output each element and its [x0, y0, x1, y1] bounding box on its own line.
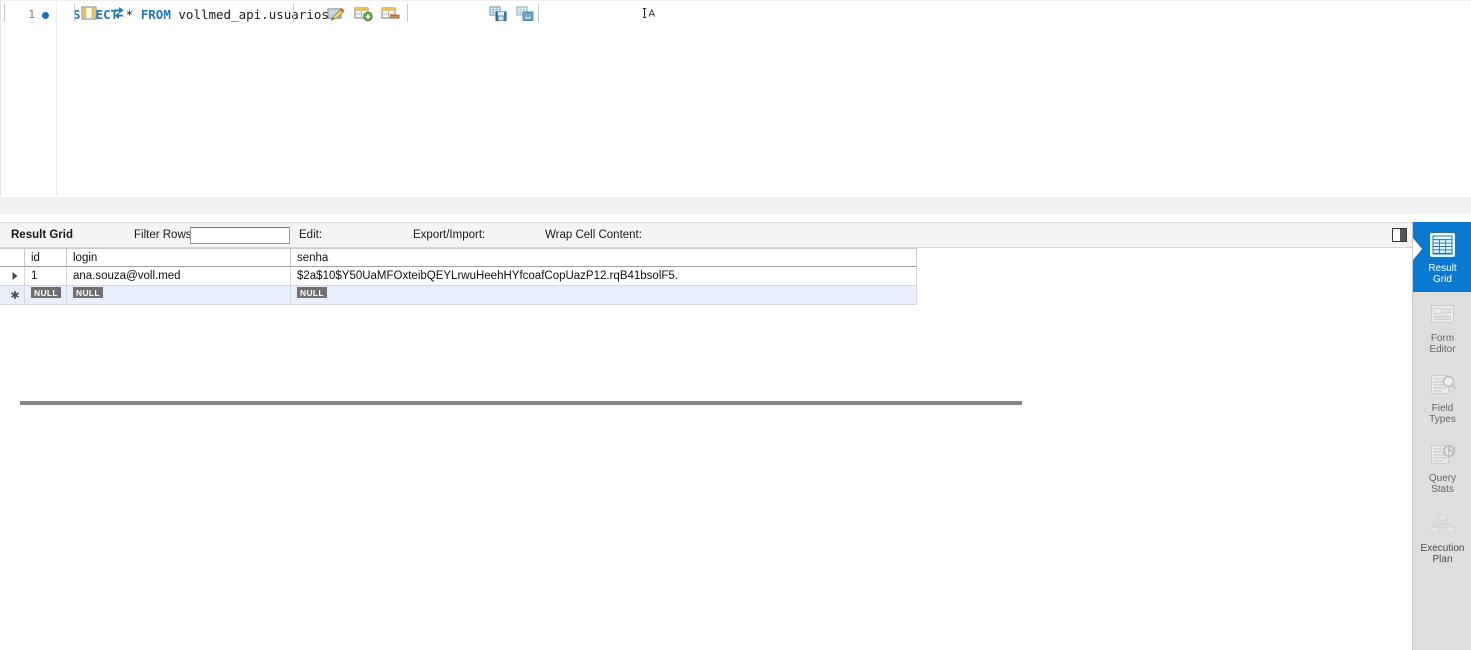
svg-text:A: A [649, 9, 656, 20]
editor-gutter [1, 1, 57, 197]
scrollbar-thumb[interactable] [20, 401, 1022, 405]
result-view-sidebar: Result Grid Form Editor Field Types Quer… [1412, 222, 1471, 650]
sql-table-name: vollmed_api.usuarios; [178, 7, 337, 22]
new-row-cell-login[interactable]: NULL [67, 286, 291, 305]
toolbar-separator [4, 4, 5, 22]
split-panel-icon[interactable] [1392, 228, 1407, 242]
sidebar-item-execution-plan[interactable]: Execution Plan [1413, 502, 1471, 572]
sidebar-item-result-grid[interactable]: Result Grid [1413, 222, 1471, 292]
mysql-workbench-result-pane: 1 SELECT * FROM vollmed_api.usuarios; Re… [0, 0, 1471, 650]
toolbar-separator [538, 4, 539, 22]
result-grid[interactable]: id login senha 1 ana.souza@voll.med $2a$… [0, 248, 917, 305]
wrap-text-icon[interactable]: A [641, 4, 659, 22]
new-row-asterisk-icon [6, 286, 24, 304]
null-badge: NULL [297, 287, 327, 299]
result-grid-icon [1429, 230, 1456, 260]
cell-senha[interactable]: $2a$10$Y50UaMFOxteibQEYLrwuHeehHYfcoafCo… [291, 267, 917, 286]
import-open-icon[interactable] [515, 4, 534, 22]
new-row-cell-senha[interactable]: NULL [291, 286, 917, 305]
toolbar-separator [293, 4, 294, 22]
statement-marker-icon[interactable] [42, 12, 49, 19]
toolbar-separator [74, 4, 75, 22]
sidebar-item-label: Result Grid [1428, 262, 1457, 285]
result-grid-title: Result Grid [11, 229, 73, 241]
field-types-icon [1429, 370, 1457, 400]
refresh-icon[interactable] [110, 4, 128, 22]
toolbar-separator [407, 4, 408, 22]
new-row-cell-id[interactable]: NULL [25, 286, 67, 305]
column-header-login[interactable]: login [67, 248, 291, 267]
grid-columns-icon[interactable] [80, 4, 98, 22]
filter-rows-label: Filter Rows: [134, 229, 195, 241]
sidebar-item-label: Execution Plan [1420, 542, 1465, 565]
grid-header-marker-cell [0, 248, 25, 267]
wrap-cell-content-label: Wrap Cell Content: [545, 229, 642, 241]
editor-horizontal-scrollbar[interactable] [0, 196, 1471, 405]
current-row-arrow-icon [6, 267, 24, 285]
sidebar-item-form-editor[interactable]: Form Editor [1413, 292, 1471, 362]
sidebar-item-label: Query Stats [1428, 472, 1457, 495]
insert-row-icon[interactable] [353, 4, 373, 22]
row-marker-cell[interactable] [0, 267, 25, 286]
new-row-marker-cell[interactable] [0, 286, 25, 305]
sidebar-item-query-stats[interactable]: Query Stats [1413, 432, 1471, 502]
column-header-id[interactable]: id [25, 248, 67, 267]
sql-editor[interactable]: 1 SELECT * FROM vollmed_api.usuarios; [0, 0, 1471, 197]
null-badge: NULL [73, 287, 103, 299]
grid-header-row: id login senha [0, 248, 917, 267]
line-number: 1 [28, 8, 35, 21]
table-row[interactable]: NULL NULL NULL [0, 286, 917, 305]
query-stats-icon [1429, 440, 1457, 470]
sidebar-item-field-types[interactable]: Field Types [1413, 362, 1471, 432]
cell-login[interactable]: ana.souza@voll.med [67, 267, 291, 286]
grid-body: 1 ana.souza@voll.med $2a$10$Y50UaMFOxtei… [0, 267, 917, 305]
filter-rows-input[interactable] [190, 227, 290, 244]
edit-pencil-icon[interactable] [326, 4, 345, 22]
sidebar-item-label: Form Editor [1429, 332, 1456, 355]
export-import-label: Export/Import: [413, 229, 486, 241]
cell-id[interactable]: 1 [25, 267, 67, 286]
form-editor-icon [1429, 300, 1456, 330]
table-row[interactable]: 1 ana.souza@voll.med $2a$10$Y50UaMFOxtei… [0, 267, 917, 286]
sidebar-item-label: Field Types [1429, 402, 1456, 425]
export-save-icon[interactable] [488, 4, 507, 22]
execution-plan-icon [1429, 510, 1457, 540]
column-header-senha[interactable]: senha [291, 248, 917, 267]
edit-label: Edit: [299, 229, 323, 241]
delete-row-icon[interactable] [380, 4, 400, 22]
null-badge: NULL [31, 287, 61, 299]
sql-keyword-from: FROM [140, 7, 171, 22]
